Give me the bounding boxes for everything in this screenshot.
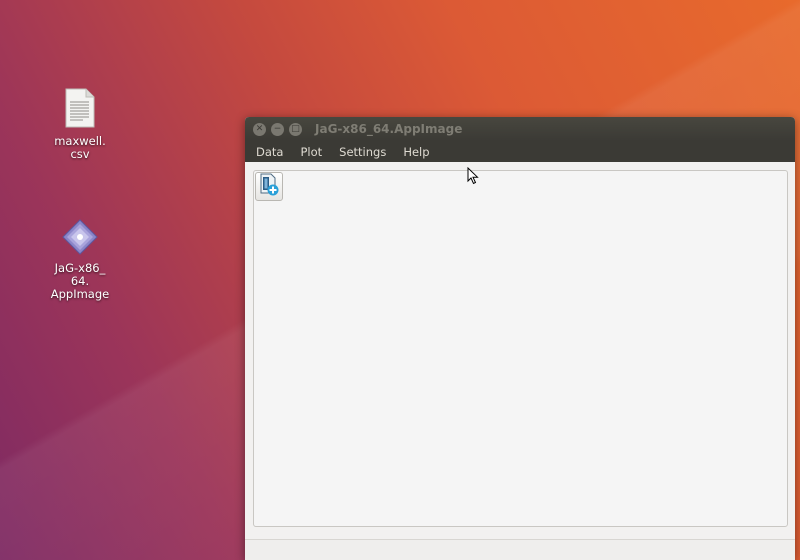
add-data-button[interactable]: [255, 172, 283, 201]
desktop-icon-csv[interactable]: maxwell. csv: [40, 88, 120, 161]
menubar: Data Plot Settings Help: [245, 141, 795, 162]
menu-help[interactable]: Help: [396, 145, 436, 159]
mouse-cursor-icon: [467, 166, 479, 189]
main-content-area: [253, 170, 788, 527]
add-file-icon: [258, 173, 280, 201]
close-window-button[interactable]: ✕: [253, 122, 266, 136]
desktop-icon-label: JaG-x86_ 64. AppImage: [50, 261, 110, 301]
app-window: ✕ − □ JaG-x86_64.AppImage Data Plot Sett…: [245, 117, 795, 560]
status-bar: [245, 539, 795, 560]
appimage-icon: [40, 219, 120, 258]
minimize-window-button[interactable]: −: [271, 122, 284, 136]
desktop-icon-label: maxwell. csv: [54, 134, 106, 161]
menu-data[interactable]: Data: [249, 145, 290, 159]
text-document-icon: [40, 88, 120, 131]
maximize-window-button[interactable]: □: [289, 122, 302, 136]
window-titlebar[interactable]: ✕ − □ JaG-x86_64.AppImage: [245, 117, 795, 141]
desktop-icon-appimage[interactable]: JaG-x86_ 64. AppImage: [40, 219, 120, 301]
window-title: JaG-x86_64.AppImage: [315, 122, 463, 136]
menu-settings[interactable]: Settings: [332, 145, 393, 159]
menu-plot[interactable]: Plot: [293, 145, 329, 159]
